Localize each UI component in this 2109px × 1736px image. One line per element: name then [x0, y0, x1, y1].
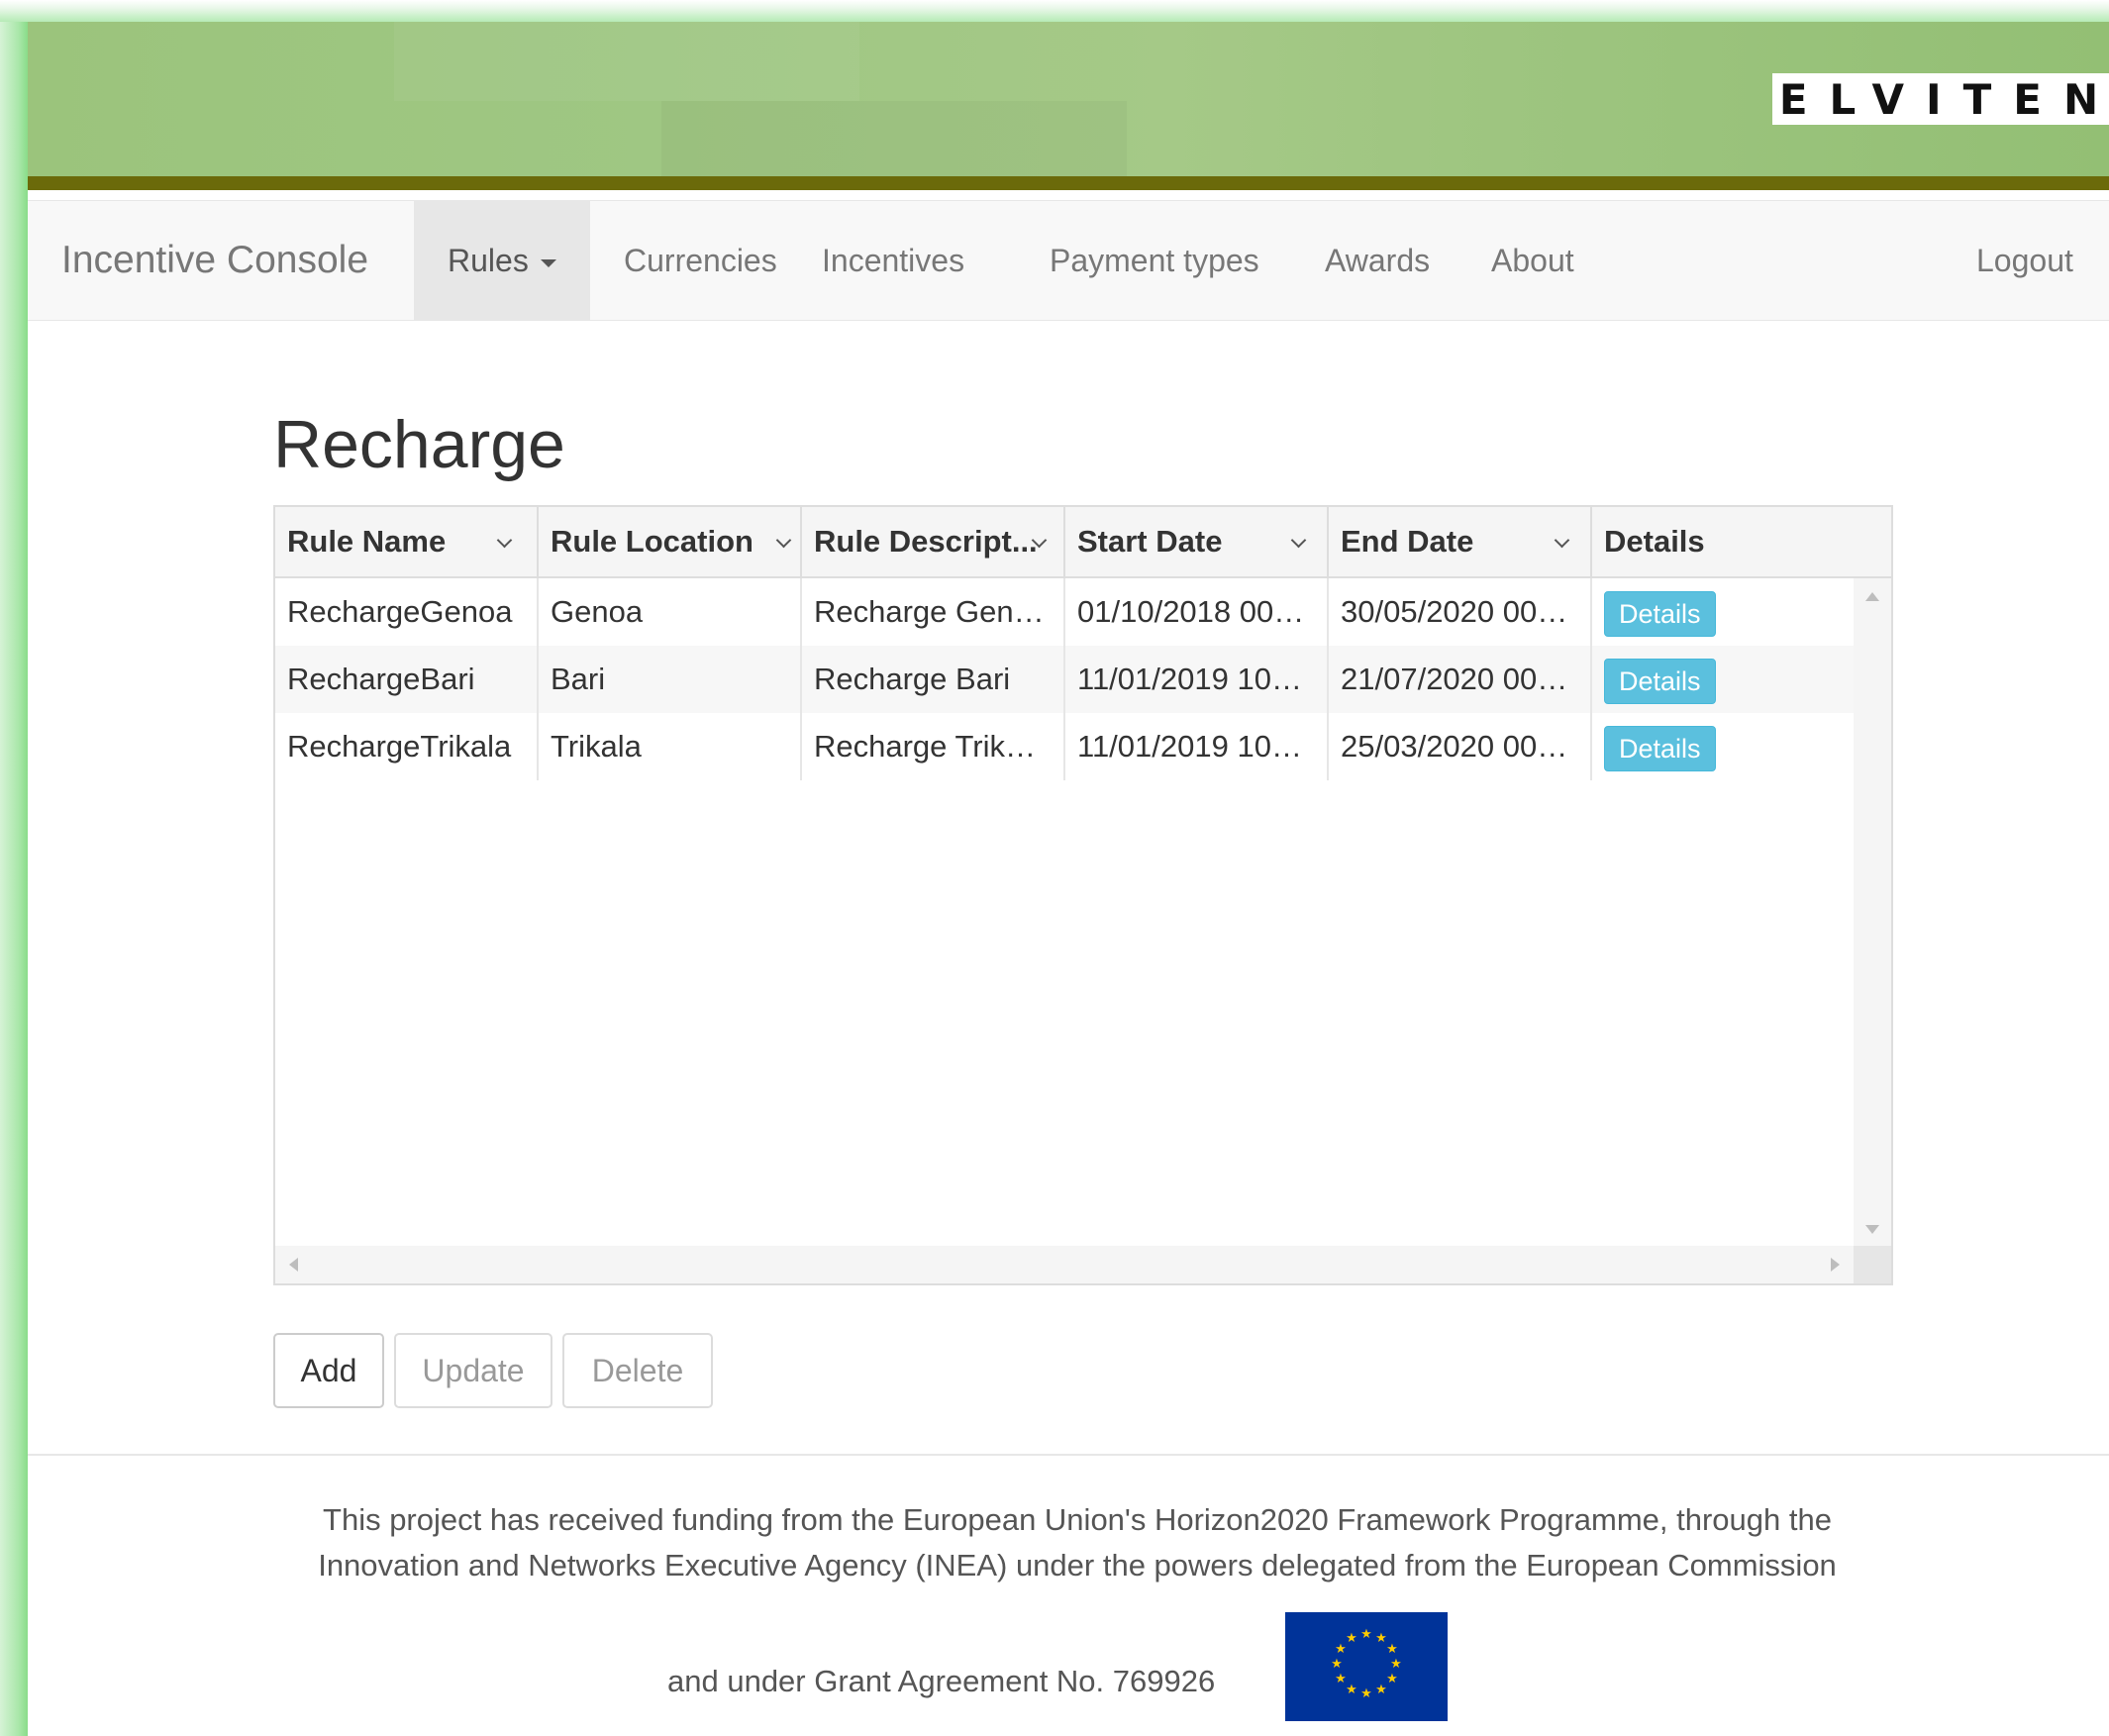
cell-details: Details: [1592, 646, 1854, 713]
cell-rule-name: RechargeTrikala: [275, 713, 539, 780]
cell-start-date: 01/10/2018 00…: [1065, 578, 1329, 646]
scrollbar-corner: [1854, 1246, 1891, 1283]
details-button[interactable]: Details: [1604, 591, 1716, 637]
logo-text: ELVITEN: [1778, 74, 2109, 124]
vertical-scrollbar[interactable]: [1854, 578, 1891, 1248]
cell-rule-description: Recharge Trik…: [802, 713, 1065, 780]
navbar-brand[interactable]: Incentive Console: [61, 201, 368, 320]
caret-down-icon: [540, 258, 556, 267]
navbar: Incentive Console Rules Currencies Incen…: [28, 200, 2109, 321]
nav-rules-label: Rules: [448, 243, 529, 278]
cell-rule-location: Bari: [539, 646, 802, 713]
nav-payment-types[interactable]: Payment types: [1016, 201, 1293, 320]
table-row[interactable]: RechargeBari Bari Recharge Bari 11/01/20…: [275, 646, 1854, 713]
eu-stars-icon: ★ ★ ★ ★ ★ ★ ★ ★ ★ ★ ★ ★: [1331, 1627, 1402, 1701]
scroll-right-arrow-icon[interactable]: [1831, 1258, 1840, 1272]
cell-end-date: 25/03/2020 00…: [1329, 713, 1592, 780]
column-header-rule-location[interactable]: Rule Location: [539, 507, 802, 576]
cell-details: Details: [1592, 578, 1854, 646]
svg-text:★: ★: [1386, 1672, 1398, 1686]
column-header-rule-description[interactable]: Rule Descript...: [802, 507, 1065, 576]
add-button[interactable]: Add: [273, 1333, 384, 1408]
table-row[interactable]: RechargeTrikala Trikala Recharge Trik… 1…: [275, 713, 1854, 780]
rules-grid: Rule Name Rule Location Rule Descript...…: [273, 505, 1893, 1285]
elviten-logo: ELVITEN: [1772, 73, 2109, 125]
svg-text:★: ★: [1335, 1642, 1347, 1657]
page-title: Recharge: [273, 407, 565, 482]
cell-end-date: 21/07/2020 00…: [1329, 646, 1592, 713]
scroll-down-arrow-icon[interactable]: [1865, 1225, 1879, 1234]
update-button[interactable]: Update: [394, 1333, 552, 1408]
svg-text:★: ★: [1335, 1672, 1347, 1686]
sort-chevron-icon[interactable]: [496, 532, 513, 549]
nav-about[interactable]: About: [1457, 201, 1608, 320]
column-header-start-date[interactable]: Start Date: [1065, 507, 1329, 576]
nav-incentives[interactable]: Incentives: [788, 201, 998, 320]
svg-text:★: ★: [1346, 1631, 1357, 1646]
footer-funding-text: This project has received funding from t…: [285, 1497, 1869, 1588]
nav-rules-dropdown[interactable]: Rules: [414, 201, 590, 320]
column-header-end-date[interactable]: End Date: [1329, 507, 1592, 576]
column-header-rule-name[interactable]: Rule Name: [275, 507, 539, 576]
table-row[interactable]: RechargeGenoa Genoa Recharge Gen… 01/10/…: [275, 578, 1854, 646]
details-button[interactable]: Details: [1604, 659, 1716, 704]
header-banner: ELVITEN: [28, 22, 2109, 176]
delete-button[interactable]: Delete: [562, 1333, 713, 1408]
svg-text:★: ★: [1346, 1683, 1357, 1697]
cell-end-date: 30/05/2020 00…: [1329, 578, 1592, 646]
cell-rule-description: Recharge Bari: [802, 646, 1065, 713]
window-glow-top: [0, 0, 2109, 22]
window-glow-left: [0, 0, 28, 1736]
page: ELVITEN Incentive Console Rules Currenci…: [28, 22, 2109, 1736]
cell-rule-location: Trikala: [539, 713, 802, 780]
footer-line-1: This project has received funding from t…: [323, 1502, 1832, 1537]
cell-rule-description: Recharge Gen…: [802, 578, 1065, 646]
svg-text:★: ★: [1386, 1642, 1398, 1657]
nav-logout[interactable]: Logout: [1943, 201, 2107, 320]
svg-text:★: ★: [1360, 1686, 1372, 1701]
footer-divider: [28, 1454, 2109, 1456]
footer-grant-text: and under Grant Agreement No. 769926: [667, 1664, 1216, 1698]
cell-start-date: 11/01/2019 10…: [1065, 646, 1329, 713]
nav-awards[interactable]: Awards: [1291, 201, 1463, 320]
horizontal-scrollbar[interactable]: [275, 1246, 1854, 1283]
cell-rule-name: RechargeGenoa: [275, 578, 539, 646]
grid-header: Rule Name Rule Location Rule Descript...…: [275, 507, 1891, 578]
eu-flag-icon: ★ ★ ★ ★ ★ ★ ★ ★ ★ ★ ★ ★: [1285, 1612, 1448, 1721]
sort-chevron-icon[interactable]: [775, 532, 792, 549]
nav-currencies[interactable]: Currencies: [590, 201, 811, 320]
grid-body: RechargeGenoa Genoa Recharge Gen… 01/10/…: [275, 578, 1854, 1248]
scroll-up-arrow-icon[interactable]: [1865, 592, 1879, 601]
svg-text:★: ★: [1390, 1657, 1402, 1672]
cell-rule-name: RechargeBari: [275, 646, 539, 713]
svg-text:★: ★: [1360, 1627, 1372, 1642]
details-button[interactable]: Details: [1604, 726, 1716, 771]
svg-text:★: ★: [1331, 1657, 1343, 1672]
sort-chevron-icon[interactable]: [1290, 532, 1307, 549]
scroll-left-arrow-icon[interactable]: [289, 1258, 298, 1272]
header-divider: [28, 176, 2109, 190]
cell-rule-location: Genoa: [539, 578, 802, 646]
svg-text:★: ★: [1375, 1631, 1387, 1646]
footer-line-2: Innovation and Networks Executive Agency…: [318, 1548, 1837, 1583]
cell-details: Details: [1592, 713, 1854, 780]
svg-text:★: ★: [1375, 1683, 1387, 1697]
sort-chevron-icon[interactable]: [1554, 532, 1570, 549]
column-header-details: Details: [1604, 524, 1705, 559]
cell-start-date: 11/01/2019 10…: [1065, 713, 1329, 780]
